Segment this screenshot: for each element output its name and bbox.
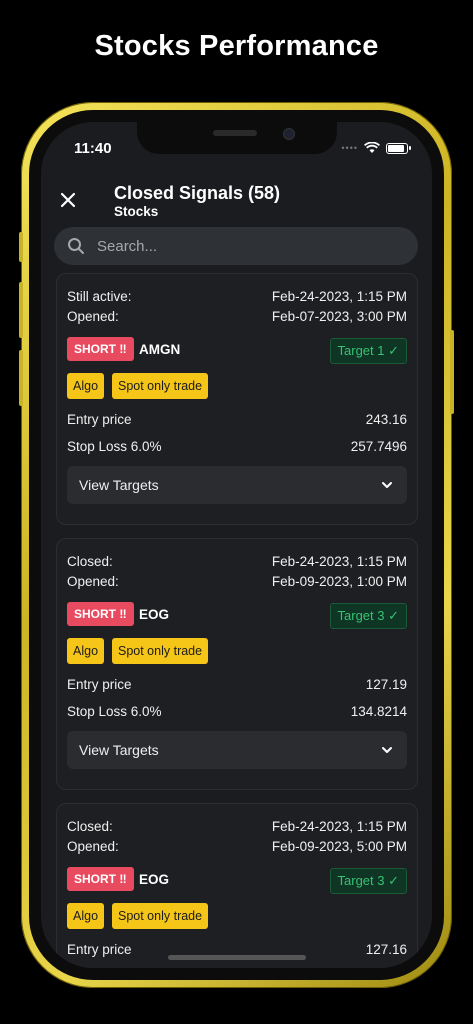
status-row: Still active: Feb-24-2023, 1:15 PM <box>67 289 407 304</box>
phone-volume-down <box>19 350 23 406</box>
home-indicator[interactable] <box>168 955 306 960</box>
target-badge: Target 3 ✓ <box>329 603 407 629</box>
opened-row: Opened: Feb-07-2023, 3:00 PM <box>67 309 407 324</box>
view-targets-label: View Targets <box>79 742 159 758</box>
entry-price-value: 243.16 <box>365 412 407 427</box>
stop-loss-label: Stop Loss 6.0% <box>67 704 162 719</box>
entry-price-value: 127.16 <box>365 942 407 957</box>
close-icon <box>60 192 76 208</box>
notch <box>137 122 337 154</box>
signal-card[interactable]: Closed: Feb-24-2023, 1:15 PM Opened: Feb… <box>56 803 418 968</box>
target-badge: Target 1 ✓ <box>329 338 407 364</box>
search-input[interactable] <box>95 236 399 256</box>
signal-card[interactable]: Closed: Feb-24-2023, 1:15 PM Opened: Feb… <box>56 538 418 790</box>
ticker-symbol: AMGN <box>139 342 181 357</box>
search-icon <box>68 238 84 254</box>
tag-spot-only: Spot only trade <box>112 638 209 664</box>
signal-icon: •••• <box>341 143 358 153</box>
opened-label: Opened: <box>67 574 119 589</box>
status-icons: •••• <box>341 142 411 154</box>
status-label: Still active: <box>67 289 132 304</box>
page-headline: Stocks Performance <box>94 30 379 62</box>
tag-spot-only: Spot only trade <box>112 903 209 929</box>
view-targets-dropdown[interactable]: View Targets <box>67 731 407 769</box>
opened-row: Opened: Feb-09-2023, 5:00 PM <box>67 839 407 854</box>
view-targets-dropdown[interactable]: View Targets <box>67 466 407 504</box>
search-bar[interactable] <box>54 227 418 265</box>
front-camera <box>283 128 295 140</box>
direction-badge: SHORT ‼ <box>67 602 134 626</box>
chevron-down-icon <box>382 482 392 488</box>
stop-loss-value: 134.8214 <box>350 704 407 719</box>
battery-icon <box>386 142 411 154</box>
wifi-icon <box>364 142 380 153</box>
page-title: Closed Signals (58) <box>114 183 281 203</box>
chevron-down-icon <box>382 747 392 753</box>
stop-loss-value: 257.7496 <box>350 439 407 454</box>
target-badge: Target 3 ✓ <box>329 868 407 894</box>
stop-loss-row: Stop Loss 6.0% 134.8214 <box>67 704 407 719</box>
opened-date: Feb-07-2023, 3:00 PM <box>271 309 407 324</box>
status-date: Feb-24-2023, 1:15 PM <box>271 819 407 834</box>
view-targets-label: View Targets <box>79 477 159 493</box>
entry-price-label: Entry price <box>67 412 132 427</box>
tag-spot-only: Spot only trade <box>112 373 209 399</box>
entry-price-row: Entry price 127.19 <box>67 677 407 692</box>
phone-mute-switch <box>19 232 23 262</box>
stop-loss-label: Stop Loss 6.0% <box>67 439 162 454</box>
direction-badge: SHORT ‼ <box>67 867 134 891</box>
page-subtitle: Stocks <box>114 204 159 219</box>
phone-power-button <box>450 330 454 414</box>
direction-badge: SHORT ‼ <box>67 337 134 361</box>
tag-algo: Algo <box>67 903 105 929</box>
opened-label: Opened: <box>67 839 119 854</box>
status-row: Closed: Feb-24-2023, 1:15 PM <box>67 819 407 834</box>
stop-loss-row: Stop Loss 6.0% 257.7496 <box>67 439 407 454</box>
signal-card[interactable]: Still active: Feb-24-2023, 1:15 PM Opene… <box>56 273 418 525</box>
opened-label: Opened: <box>67 309 119 324</box>
ticker-symbol: EOG <box>139 872 170 887</box>
tag-algo: Algo <box>67 638 105 664</box>
entry-price-label: Entry price <box>67 677 132 692</box>
entry-price-value: 127.19 <box>365 677 407 692</box>
ticker-symbol: EOG <box>139 607 170 622</box>
tag-algo: Algo <box>67 373 105 399</box>
entry-price-row: Entry price 243.16 <box>67 412 407 427</box>
opened-date: Feb-09-2023, 5:00 PM <box>271 839 407 854</box>
speaker-grille <box>213 130 257 136</box>
app-screen: 11:40 •••• Closed Signals (58) Stocks St… <box>41 122 432 968</box>
status-label: Closed: <box>67 554 113 569</box>
close-button[interactable] <box>60 186 76 212</box>
phone-volume-up <box>19 282 23 338</box>
status-date: Feb-24-2023, 1:15 PM <box>271 554 407 569</box>
status-time: 11:40 <box>74 140 112 157</box>
opened-date: Feb-09-2023, 1:00 PM <box>271 574 407 589</box>
status-row: Closed: Feb-24-2023, 1:15 PM <box>67 554 407 569</box>
status-date: Feb-24-2023, 1:15 PM <box>271 289 407 304</box>
entry-price-label: Entry price <box>67 942 132 957</box>
status-label: Closed: <box>67 819 113 834</box>
opened-row: Opened: Feb-09-2023, 1:00 PM <box>67 574 407 589</box>
